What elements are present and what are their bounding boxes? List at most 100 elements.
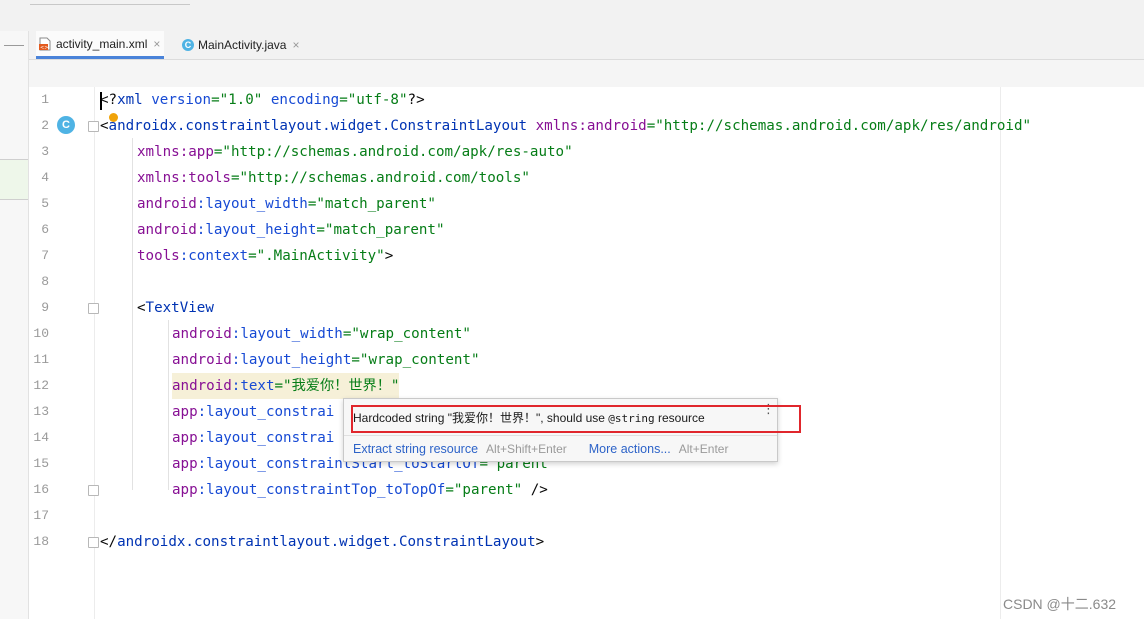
code-line-4: xmlns:tools="http://schemas.android.com/…	[137, 165, 530, 191]
right-margin-guide	[1000, 87, 1001, 619]
token: android	[137, 196, 197, 212]
fold-icon[interactable]	[88, 485, 99, 496]
tab-label: MainActivity.java	[198, 38, 287, 52]
token: xml	[117, 92, 143, 108]
code-line-1: <?xml version="1.0" encoding="utf-8"?>	[100, 87, 425, 113]
token: >	[535, 534, 545, 550]
code-line-2: <androidx.constraintlayout.widget.Constr…	[100, 113, 1031, 139]
line-number: 3	[41, 144, 49, 159]
code-line-10: android:layout_width="wrap_content"	[172, 321, 471, 347]
indent-guide	[132, 138, 133, 490]
token: :layout_height	[231, 352, 352, 368]
code-line-6: android:layout_height="match_parent"	[137, 217, 445, 243]
token: :layout_constrai	[197, 430, 335, 446]
token: <	[137, 300, 146, 316]
token: :layout_height	[196, 222, 317, 238]
token: app	[172, 482, 198, 498]
svg-text:<>: <>	[40, 45, 48, 51]
top-toolbar	[0, 0, 1144, 32]
token: ="1.0"	[211, 92, 263, 108]
quick-fix-actions: Extract string resource Alt+Shift+Enter Mo…	[353, 442, 728, 456]
code-line-12-warning: android:text="我爱你！世界！"	[172, 373, 400, 399]
token: ="match_parent"	[307, 196, 436, 212]
line-number: 10	[33, 326, 49, 341]
token: android	[172, 352, 232, 368]
token: </	[100, 534, 118, 550]
line-number: 4	[41, 170, 49, 185]
line-number: 6	[41, 222, 49, 237]
token: xmlns:android	[527, 118, 647, 134]
token: tools	[137, 248, 180, 264]
code-line-14: app:layout_constrai	[172, 425, 334, 451]
line-number: 17	[33, 508, 49, 523]
token: :layout_constrai	[197, 404, 335, 420]
line-number: 18	[33, 534, 49, 549]
token: xmlns:app	[137, 144, 214, 160]
change-marker	[0, 160, 28, 199]
code-line-3: xmlns:app="http://schemas.android.com/ap…	[137, 139, 573, 165]
editor-tab-bar: <> activity_main.xml × C MainActivity.ja…	[29, 31, 1144, 60]
token: />	[522, 482, 548, 498]
divider	[344, 435, 777, 436]
line-number: 7	[41, 248, 49, 263]
fold-icon[interactable]	[88, 303, 99, 314]
editor-breadcrumb-bar	[29, 60, 1144, 88]
xml-file-icon: <>	[39, 37, 52, 51]
token: encoding	[262, 92, 340, 108]
token: ="match_parent"	[316, 222, 445, 238]
fold-icon[interactable]	[88, 121, 99, 132]
token: ="wrap_content"	[351, 352, 480, 368]
line-number: 1	[41, 92, 49, 107]
token: :layout_width	[196, 196, 308, 212]
token: :context	[179, 248, 249, 264]
indent-guide	[168, 320, 169, 490]
line-number: 8	[41, 274, 49, 289]
tab-mainactivity-java[interactable]: C MainActivity.java ×	[182, 31, 300, 59]
hardcoded-string-token: ="我爱你！世界！"	[274, 378, 400, 394]
line-number: 5	[41, 196, 49, 211]
watermark: CSDN @十二.632	[1003, 596, 1117, 612]
token: app	[172, 430, 198, 446]
token: <	[100, 118, 109, 134]
line-number: 11	[33, 352, 49, 367]
token: androidx.constraintlayout.widget.Constra…	[108, 118, 528, 134]
fold-icon[interactable]	[88, 537, 99, 548]
token: app	[172, 456, 198, 472]
class-gutter-icon[interactable]: C	[57, 116, 75, 134]
tab-activity-main-xml[interactable]: <> activity_main.xml ×	[36, 31, 165, 59]
token: androidx.constraintlayout.widget.Constra…	[117, 534, 536, 550]
token: :layout_constraintTop_toTopOf	[197, 482, 446, 498]
close-icon[interactable]: ×	[292, 38, 299, 52]
token: >	[384, 248, 394, 264]
line-number: 15	[33, 456, 49, 471]
shortcut-hint: Alt+Shift+Enter	[486, 442, 567, 456]
shortcut-hint: Alt+Enter	[678, 442, 729, 456]
divider	[0, 199, 28, 200]
token: version	[142, 92, 212, 108]
token: =".MainActivity"	[248, 248, 385, 264]
token: :text	[231, 378, 275, 394]
tab-label: activity_main.xml	[56, 36, 148, 51]
collapse-icon[interactable]	[4, 45, 24, 46]
extract-string-resource-link[interactable]: Extract string resource	[353, 442, 478, 456]
text-caret	[100, 92, 102, 110]
more-actions-link[interactable]: More actions...	[589, 442, 671, 456]
token: TextView	[145, 300, 214, 316]
token: android	[172, 378, 232, 394]
token: ="http://schemas.android.com/apk/res-aut…	[213, 144, 573, 160]
code-line-7: tools:context=".MainActivity">	[137, 243, 393, 269]
code-line-11: android:layout_height="wrap_content"	[172, 347, 480, 373]
breadcrumb	[30, 0, 190, 5]
code-line-18: </androidx.constraintlayout.widget.Const…	[100, 529, 544, 555]
token: xmlns:tools	[137, 170, 231, 186]
token: ?>	[407, 92, 425, 108]
line-number: 2	[41, 118, 49, 133]
line-number: 12	[33, 378, 49, 393]
token: ="wrap_content"	[342, 326, 471, 342]
token: <?	[100, 92, 118, 108]
close-icon[interactable]: ×	[153, 37, 160, 51]
line-number: 16	[33, 482, 49, 497]
token: :layout_width	[231, 326, 343, 342]
token: ="parent"	[445, 482, 523, 498]
line-number: 14	[33, 430, 49, 445]
